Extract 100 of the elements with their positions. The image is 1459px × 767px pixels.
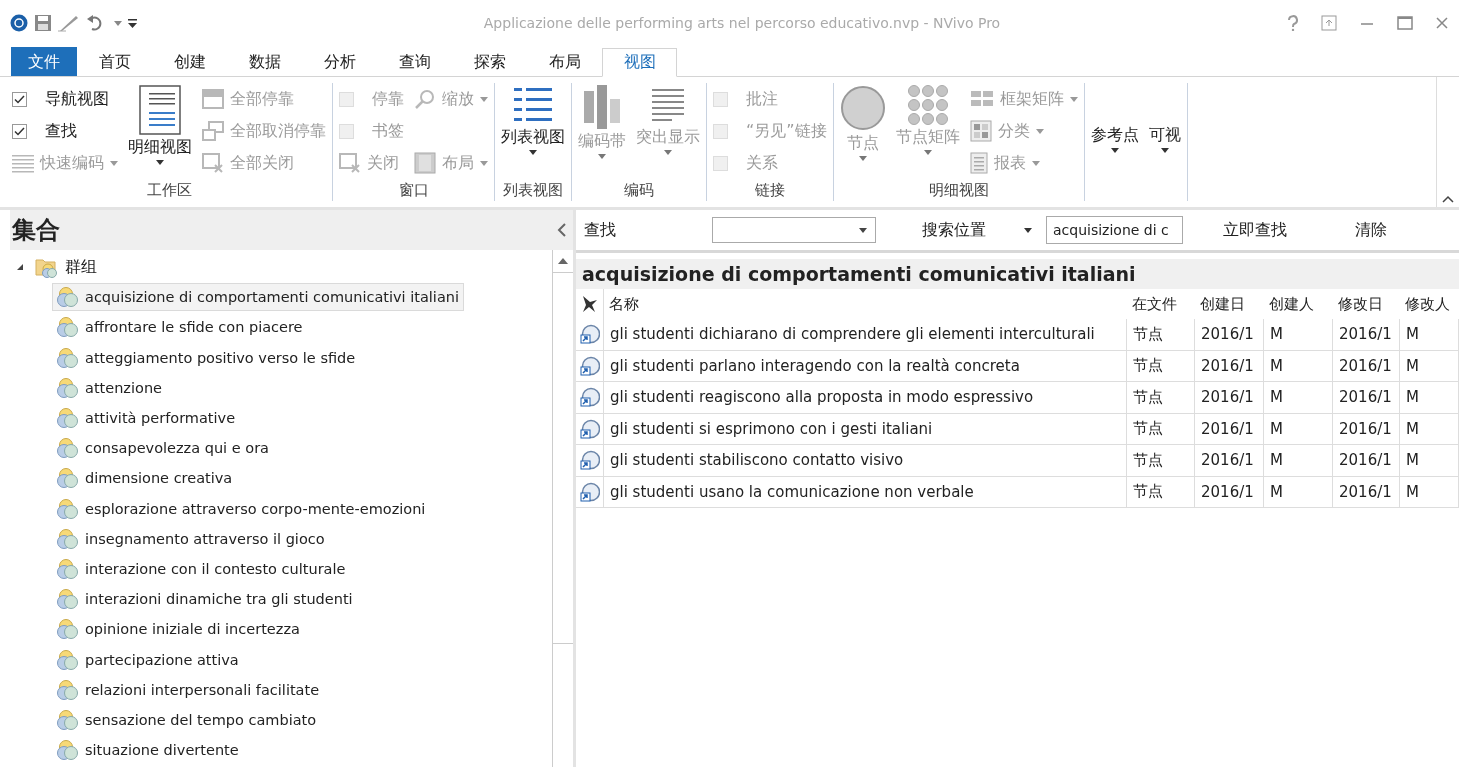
tree-item[interactable]: 群组 bbox=[30, 253, 102, 282]
table-cell: 2016/1 bbox=[1333, 350, 1400, 382]
restore-ribbon-icon[interactable] bbox=[1321, 15, 1337, 31]
node-shortcut-icon bbox=[579, 355, 600, 376]
table-cell: 2016/1 bbox=[1333, 319, 1400, 351]
table-cell: M bbox=[1400, 382, 1459, 414]
table-cell: gli studenti stabiliscono contatto visivo bbox=[604, 445, 1127, 477]
tree-item[interactable]: consapevolezza qui e ora bbox=[52, 434, 274, 463]
tree-item[interactable]: acquisizione di comportamenti comunicativi italiani bbox=[52, 283, 464, 312]
find-combo[interactable] bbox=[712, 217, 876, 243]
tree-item[interactable]: sensazione del tempo cambiato bbox=[52, 705, 322, 734]
table-cell: gli studenti si esprimono con i gesti italiani bbox=[604, 413, 1127, 445]
ribbon-checkbox[interactable]: 查找 bbox=[12, 117, 118, 145]
tree-item[interactable]: dimensione creativa bbox=[52, 464, 238, 493]
group-icon bbox=[57, 346, 79, 369]
search-field[interactable]: acquisizione di c bbox=[1046, 216, 1183, 244]
tree-item[interactable]: atteggiamento positivo verso le sfide bbox=[52, 343, 361, 372]
table-cell: M bbox=[1264, 476, 1333, 508]
group-icon bbox=[57, 407, 79, 430]
expanded-icon[interactable] bbox=[16, 263, 24, 272]
collapse-ribbon-icon[interactable] bbox=[1442, 195, 1454, 203]
scrollbar[interactable] bbox=[552, 250, 573, 767]
caret-icon bbox=[858, 156, 867, 161]
table-cell: 节点 bbox=[1127, 445, 1195, 477]
folder-icon bbox=[35, 256, 59, 279]
group-icon bbox=[57, 497, 79, 520]
caret-icon bbox=[1160, 148, 1169, 153]
group-label: 窗口 bbox=[397, 181, 430, 201]
table-cell: M bbox=[1400, 445, 1459, 477]
maximize-icon[interactable] bbox=[1397, 15, 1413, 31]
close-icon[interactable] bbox=[1435, 16, 1449, 30]
group-icon bbox=[57, 437, 79, 460]
help-icon[interactable] bbox=[1287, 15, 1299, 31]
table-cell: gli studenti dichiarano di comprendere gli elementi interculturali bbox=[604, 319, 1127, 351]
caret-icon bbox=[1035, 128, 1044, 134]
find-now-button[interactable]: 立即查找 bbox=[1219, 219, 1291, 241]
pen-icon[interactable] bbox=[58, 14, 80, 32]
frame-matrix-icon bbox=[969, 89, 994, 109]
lines-icon bbox=[12, 153, 34, 173]
table-cell: 节点 bbox=[1127, 350, 1195, 382]
ribbon-tab[interactable]: 视图 bbox=[602, 48, 677, 77]
tree-item[interactable]: esplorazione attraverso corpo-mente-emozioni bbox=[52, 494, 431, 523]
clear-button[interactable]: 清除 bbox=[1351, 219, 1391, 241]
pane-title: 集合 bbox=[12, 215, 60, 246]
node-shortcut-icon bbox=[579, 450, 600, 471]
table-cell: 2016/1 bbox=[1333, 476, 1400, 508]
window-title: Applicazione delle performing arts nel percorso educativo.nvp - NVivo Pro bbox=[482, 15, 1002, 31]
caret-icon bbox=[114, 20, 122, 26]
tree-item[interactable]: interazione con il contesto culturale bbox=[52, 554, 351, 583]
search-in-label[interactable]: 搜索位置 bbox=[922, 219, 986, 241]
node-shortcut-icon bbox=[579, 387, 600, 408]
tree-item[interactable]: insegnamento attraverso il gioco bbox=[52, 524, 330, 553]
check-icon bbox=[14, 126, 25, 136]
tree-item[interactable]: partecipazione attiva bbox=[52, 645, 244, 674]
table-cell: M bbox=[1400, 413, 1459, 445]
caret-icon bbox=[923, 150, 932, 155]
collapse-pane-icon[interactable] bbox=[557, 222, 567, 238]
save-icon[interactable] bbox=[34, 14, 52, 32]
windows-icon bbox=[202, 121, 224, 141]
group-icon bbox=[57, 376, 79, 399]
table-cell: 2016/1 bbox=[1195, 350, 1264, 382]
ribbon-checkbox[interactable]: 导航视图 bbox=[12, 85, 118, 113]
caret-icon bbox=[664, 150, 672, 155]
group-icon bbox=[57, 648, 79, 671]
table-cell: 节点 bbox=[1127, 382, 1195, 414]
tree-item[interactable]: relazioni interpersonali facilitate bbox=[52, 675, 325, 704]
tree-item[interactable]: attività performative bbox=[52, 404, 241, 433]
ribbon-button[interactable]: 可视 bbox=[1148, 85, 1181, 153]
table-cell: gli studenti reagiscono alla proposta in modo espressivo bbox=[604, 382, 1127, 414]
node-shortcut-icon bbox=[579, 324, 600, 345]
tree-item[interactable]: opinione iniziale di incertezza bbox=[52, 615, 305, 644]
file-tab[interactable]: 文件 bbox=[11, 47, 77, 76]
window-icon bbox=[202, 89, 224, 109]
caret-icon bbox=[480, 96, 488, 102]
ribbon-button[interactable]: 参考点 bbox=[1090, 85, 1139, 153]
table-cell: M bbox=[1400, 476, 1459, 508]
group-icon bbox=[57, 286, 79, 309]
detail-title: acquisizione di comportamenti comunicativi italiani bbox=[576, 259, 1459, 289]
table-cell: 2016/1 bbox=[1195, 413, 1264, 445]
caret-icon bbox=[1069, 96, 1078, 102]
table-cell: 2016/1 bbox=[1195, 319, 1264, 351]
group-icon bbox=[57, 739, 79, 762]
group-icon bbox=[57, 588, 79, 611]
tree-item[interactable]: attenzione bbox=[52, 373, 167, 402]
table-cell: 节点 bbox=[1127, 413, 1195, 445]
table-cell: M bbox=[1264, 382, 1333, 414]
table-cell: 2016/1 bbox=[1195, 445, 1264, 477]
group-label: 工作区 bbox=[145, 181, 193, 201]
group-icon bbox=[57, 618, 79, 641]
tree-item[interactable]: situazione divertente bbox=[52, 736, 244, 765]
table-cell: M bbox=[1400, 350, 1459, 382]
customize-icon[interactable] bbox=[128, 18, 137, 28]
ribbon-button[interactable]: 列表视图 bbox=[501, 85, 565, 155]
tree-item[interactable]: affrontare le sfide con piacere bbox=[52, 313, 308, 342]
node-shortcut-icon bbox=[579, 481, 600, 502]
table-cell: 节点 bbox=[1127, 476, 1195, 508]
scroll-up-icon[interactable] bbox=[558, 258, 568, 264]
ribbon-button[interactable]: 明细视图 bbox=[128, 85, 192, 165]
tree-item[interactable]: interazioni dinamiche tra gli studenti bbox=[52, 585, 358, 614]
table-cell: 2016/1 bbox=[1333, 445, 1400, 477]
